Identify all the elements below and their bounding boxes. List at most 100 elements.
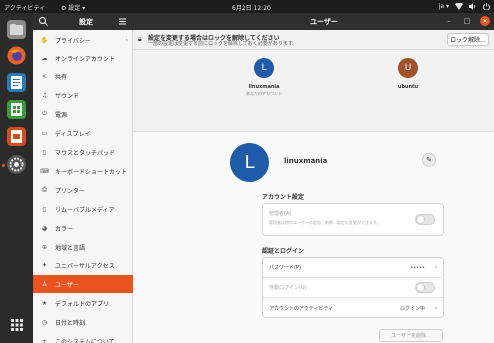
settings-app-icon[interactable] bbox=[7, 155, 26, 174]
files-icon[interactable] bbox=[7, 20, 26, 39]
sidebar-item-label: プリンター bbox=[55, 187, 86, 195]
display-icon: ▭ bbox=[41, 129, 48, 137]
maximize-button[interactable]: □ bbox=[462, 16, 472, 26]
menu-button[interactable] bbox=[117, 16, 128, 27]
profile-name: linuxmania bbox=[284, 157, 328, 165]
system-tray[interactable]: ja ▾ bbox=[439, 2, 490, 12]
sidebar-item-label: ディスプレイ bbox=[55, 130, 91, 138]
music-icon: ♫ bbox=[41, 91, 48, 99]
sidebar-item[interactable]: ▯ マウスとタッチパッド bbox=[33, 143, 133, 161]
sidebar-item[interactable]: ★ デフォルトのアプリ bbox=[33, 294, 133, 312]
cloud-icon: ☁ bbox=[41, 54, 48, 62]
maximize-icon: □ bbox=[463, 17, 471, 25]
globe-icon: ⊕ bbox=[41, 243, 48, 251]
autologin-toggle[interactable] bbox=[415, 282, 435, 293]
sidebar-item[interactable]: ⎙ プリンター bbox=[33, 181, 133, 199]
user-card-ubuntu[interactable]: U ubuntu bbox=[373, 58, 443, 90]
sidebar-item-label: プライバシー bbox=[55, 37, 91, 45]
sidebar-item-label: 日付と時刻 bbox=[55, 319, 86, 327]
search-button[interactable] bbox=[38, 16, 49, 27]
activity-value: ログイン中 bbox=[399, 305, 425, 312]
grid-icon[interactable] bbox=[7, 315, 26, 334]
sidebar-item-label: キーボードショートカット bbox=[55, 168, 128, 176]
close-icon: ✕ bbox=[482, 17, 488, 25]
activity-row[interactable]: アカウントのアクティビティ ログイン中 › bbox=[263, 298, 443, 318]
impress-icon[interactable] bbox=[7, 127, 26, 146]
sidebar-item[interactable]: ⏻ 電源 bbox=[33, 105, 133, 123]
sidebar-item[interactable]: ▯ リムーバブルメディア bbox=[33, 200, 133, 218]
admin-toggle[interactable] bbox=[415, 214, 435, 225]
avatar: U bbox=[398, 58, 418, 78]
edit-name-button[interactable]: ✎ bbox=[422, 153, 436, 167]
user-name: linuxmania bbox=[248, 84, 280, 90]
volume-icon bbox=[469, 3, 477, 12]
sidebar: ✋ プライバシー › ☁ オンラインアカウント < 共有 ♫ サウンド ⏻ 電源 ▭ ディスプレイ ▯ マウ… bbox=[33, 30, 133, 343]
sidebar-item-label: 電源 bbox=[55, 111, 68, 119]
chevron-right-icon: › bbox=[125, 36, 128, 44]
account-settings-panel: 管理者(A) 管理者は他のユーザーの追加、削除、設定の変更ができます。 bbox=[262, 203, 444, 236]
header-bar: 設定 ユーザー – □ ✕ bbox=[33, 13, 494, 30]
sidebar-item[interactable]: < 共有 bbox=[33, 67, 133, 85]
hamburger-icon bbox=[119, 18, 126, 25]
firefox-icon[interactable] bbox=[7, 46, 26, 65]
clock[interactable]: 6月2日 12:20 bbox=[232, 3, 271, 12]
sidebar-item[interactable]: ▭ ディスプレイ bbox=[33, 124, 133, 142]
chevron-right-icon: › bbox=[434, 304, 437, 312]
sidebar-item[interactable]: + このシステムについて bbox=[33, 332, 133, 343]
activity-label: アカウントのアクティビティ bbox=[269, 305, 334, 312]
power-icon bbox=[483, 3, 490, 12]
user-name: ubuntu bbox=[397, 84, 419, 90]
pencil-icon: ✎ bbox=[426, 156, 432, 164]
top-bar: アクティビティ ⚙ 設定 ▾ 6月2日 12:20 ja ▾ bbox=[0, 0, 494, 13]
profile-avatar[interactable]: L bbox=[230, 143, 269, 182]
sidebar-item[interactable]: ♙ ユーザー bbox=[33, 275, 133, 293]
mouse-icon: ▯ bbox=[42, 148, 47, 156]
user-carousel: L linuxmania あなたのアカウント U ubuntu bbox=[133, 50, 494, 132]
auth-title: 認証とログイン bbox=[262, 248, 305, 255]
sidebar-item-label: デフォルトのアプリ bbox=[55, 300, 110, 308]
printer-icon: ⎙ bbox=[42, 186, 47, 193]
close-button[interactable]: ✕ bbox=[480, 16, 490, 26]
app-menu[interactable]: ⚙ 設定 ▾ bbox=[61, 3, 85, 12]
input-method-indicator[interactable]: ja ▾ bbox=[439, 3, 449, 12]
sidebar-title: 設定 bbox=[79, 18, 93, 26]
sidebar-item[interactable]: ☁ オンラインアカウント bbox=[33, 49, 133, 67]
password-row[interactable]: パスワード(P) ••••• › bbox=[263, 258, 443, 278]
user-subtitle: あなたのアカウント bbox=[246, 91, 282, 96]
keyboard-icon: ⌨ bbox=[40, 167, 49, 175]
color-icon: ◕ bbox=[41, 224, 48, 232]
sidebar-item[interactable]: ✦ ユニバーサルアクセス bbox=[33, 256, 133, 274]
password-value: ••••• bbox=[410, 264, 425, 271]
remove-user-button[interactable]: ユーザーを削除... bbox=[379, 329, 443, 342]
user-icon: ♙ bbox=[41, 280, 48, 288]
page-title: ユーザー bbox=[310, 18, 338, 26]
power-icon: ⏻ bbox=[42, 110, 47, 117]
user-card-linuxmania[interactable]: L linuxmania あなたのアカウント bbox=[229, 58, 299, 97]
sidebar-item[interactable]: ♫ サウンド bbox=[33, 86, 133, 104]
password-label: パスワード(P) bbox=[269, 265, 301, 271]
sidebar-item-label: サウンド bbox=[55, 92, 80, 100]
account-settings-title: アカウント設定 bbox=[262, 194, 305, 201]
calc-icon[interactable] bbox=[7, 100, 26, 119]
minimize-button[interactable]: – bbox=[444, 16, 454, 26]
lock-icon: 🔒︎ bbox=[138, 35, 142, 43]
unlock-button[interactable]: ロック解除... bbox=[447, 33, 489, 46]
sidebar-item[interactable]: ◷ 日付と時刻 bbox=[33, 313, 133, 331]
share-icon: < bbox=[41, 72, 48, 80]
sidebar-item[interactable]: ⌨ キーボードショートカット bbox=[33, 162, 133, 180]
sidebar-item-label: ユーザー bbox=[55, 281, 79, 289]
writer-icon[interactable] bbox=[7, 73, 26, 92]
sidebar-item-label: カラー bbox=[55, 225, 74, 233]
admin-description: 管理者は他のユーザーの追加、削除、設定の変更ができます。 bbox=[269, 220, 381, 225]
active-indicator bbox=[2, 164, 5, 167]
minimize-icon: – bbox=[447, 17, 451, 25]
sidebar-item[interactable]: ◕ カラー bbox=[33, 219, 133, 237]
settings-window: 設定 ユーザー – □ ✕ ✋ プライバシー › ☁ オンラインアカウント < 共有 ♫ サウン… bbox=[33, 13, 494, 343]
sidebar-item-label: このシステムについて bbox=[55, 338, 115, 343]
sidebar-item-label: マウスとタッチパッド bbox=[55, 149, 116, 157]
sidebar-item-label: リムーバブルメディア bbox=[55, 206, 115, 214]
sidebar-item[interactable]: ⊕ 地域と言語 bbox=[33, 238, 133, 256]
activities-button[interactable]: アクティビティ bbox=[4, 3, 45, 12]
auth-panel: パスワード(P) ••••• › 自動ログイン(U) アカウントのアクティビティ… bbox=[262, 257, 444, 318]
sidebar-item[interactable]: ✋ プライバシー › bbox=[33, 31, 133, 49]
